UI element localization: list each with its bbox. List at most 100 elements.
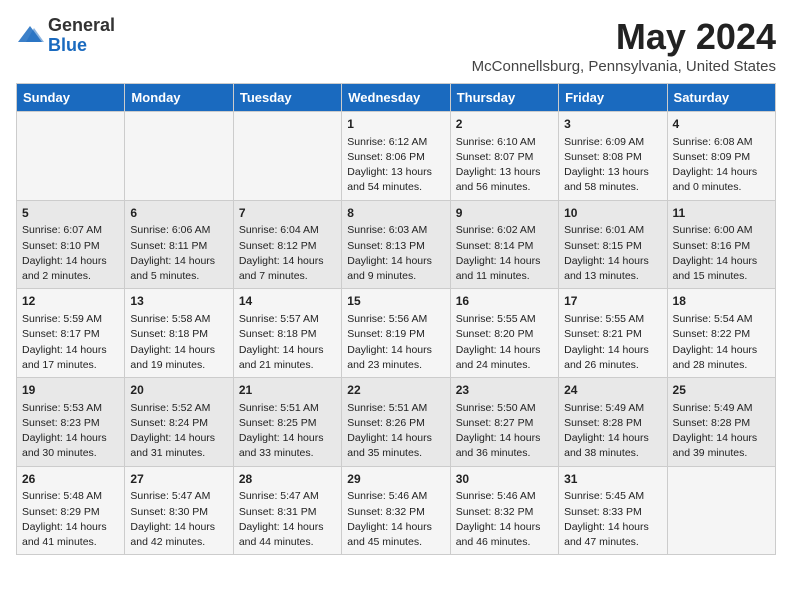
calendar-cell: 22 Sunrise: 5:51 AM Sunset: 8:26 PM Dayli… bbox=[342, 378, 450, 467]
day-info: Sunrise: 6:01 AM Sunset: 8:15 PM Dayligh… bbox=[564, 223, 661, 284]
calendar-row-1: 5Sunrise: 6:07 AM Sunset: 8:10 PM Daylig… bbox=[17, 200, 776, 289]
calendar-cell: 18 Sunrise: 5:54 AM Sunset: 8:22 PM Dayli… bbox=[667, 289, 775, 378]
calendar-cell: 2 Sunrise: 6:10 AM Sunset: 8:07 PM Daylig… bbox=[450, 112, 558, 201]
day-info: Sunrise: 5:46 AM Sunset: 8:32 PM Dayligh… bbox=[456, 489, 553, 550]
day-info: Sunrise: 6:08 AM Sunset: 8:09 PM Dayligh… bbox=[673, 135, 770, 196]
calendar-cell bbox=[17, 112, 125, 201]
day-info: Sunrise: 5:49 AM Sunset: 8:28 PM Dayligh… bbox=[564, 401, 661, 462]
main-title: May 2024 bbox=[472, 16, 776, 58]
day-info: Sunrise: 6:09 AM Sunset: 8:08 PM Dayligh… bbox=[564, 135, 661, 196]
day-number: 23 bbox=[456, 382, 553, 399]
day-info: Sunrise: 5:58 AM Sunset: 8:18 PM Dayligh… bbox=[130, 312, 227, 373]
calendar-cell: 24Sunrise: 5:49 AM Sunset: 8:28 PM Dayli… bbox=[559, 378, 667, 467]
calendar-cell: 5Sunrise: 6:07 AM Sunset: 8:10 PM Daylig… bbox=[17, 200, 125, 289]
calendar-cell: 12Sunrise: 5:59 AM Sunset: 8:17 PM Dayli… bbox=[17, 289, 125, 378]
day-number: 22 bbox=[347, 382, 444, 399]
calendar-cell: 1Sunrise: 6:12 AM Sunset: 8:06 PM Daylig… bbox=[342, 112, 450, 201]
day-info: Sunrise: 5:51 AM Sunset: 8:25 PM Dayligh… bbox=[239, 401, 336, 462]
day-info: Sunrise: 5:55 AM Sunset: 8:20 PM Dayligh… bbox=[456, 312, 553, 373]
header-cell-monday: Monday bbox=[125, 84, 233, 112]
logo-blue: Blue bbox=[48, 35, 87, 55]
calendar-cell: 11Sunrise: 6:00 AM Sunset: 8:16 PM Dayli… bbox=[667, 200, 775, 289]
day-number: 16 bbox=[456, 293, 553, 310]
day-number: 29 bbox=[347, 471, 444, 488]
header-cell-tuesday: Tuesday bbox=[233, 84, 341, 112]
day-info: Sunrise: 5:45 AM Sunset: 8:33 PM Dayligh… bbox=[564, 489, 661, 550]
calendar-cell: 16 Sunrise: 5:55 AM Sunset: 8:20 PM Dayli… bbox=[450, 289, 558, 378]
day-info: Sunrise: 6:00 AM Sunset: 8:16 PM Dayligh… bbox=[673, 223, 770, 284]
day-info: Sunrise: 6:04 AM Sunset: 8:12 PM Dayligh… bbox=[239, 223, 336, 284]
calendar-cell bbox=[125, 112, 233, 201]
calendar-cell bbox=[667, 466, 775, 555]
calendar-cell: 19 Sunrise: 5:53 AM Sunset: 8:23 PM Dayli… bbox=[17, 378, 125, 467]
day-number: 27 bbox=[130, 471, 227, 488]
day-number: 1 bbox=[347, 116, 444, 133]
day-number: 6 bbox=[130, 205, 227, 222]
calendar-cell: 28Sunrise: 5:47 AM Sunset: 8:31 PM Dayli… bbox=[233, 466, 341, 555]
title-area: May 2024 McConnellsburg, Pennsylvania, U… bbox=[472, 16, 776, 75]
day-number: 11 bbox=[673, 205, 770, 222]
day-number: 13 bbox=[130, 293, 227, 310]
calendar-cell: 13 Sunrise: 5:58 AM Sunset: 8:18 PM Dayli… bbox=[125, 289, 233, 378]
day-info: Sunrise: 6:07 AM Sunset: 8:10 PM Dayligh… bbox=[22, 223, 119, 284]
day-info: Sunrise: 6:02 AM Sunset: 8:14 PM Dayligh… bbox=[456, 223, 553, 284]
day-info: Sunrise: 6:06 AM Sunset: 8:11 PM Dayligh… bbox=[130, 223, 227, 284]
calendar-cell: 6Sunrise: 6:06 AM Sunset: 8:11 PM Daylig… bbox=[125, 200, 233, 289]
calendar-cell: 3 Sunrise: 6:09 AM Sunset: 8:08 PM Daylig… bbox=[559, 112, 667, 201]
day-info: Sunrise: 5:56 AM Sunset: 8:19 PM Dayligh… bbox=[347, 312, 444, 373]
logo-icon bbox=[16, 22, 44, 50]
day-number: 3 bbox=[564, 116, 661, 133]
header-cell-saturday: Saturday bbox=[667, 84, 775, 112]
calendar-row-4: 26Sunrise: 5:48 AM Sunset: 8:29 PM Dayli… bbox=[17, 466, 776, 555]
day-info: Sunrise: 5:50 AM Sunset: 8:27 PM Dayligh… bbox=[456, 401, 553, 462]
calendar-cell: 29Sunrise: 5:46 AM Sunset: 8:32 PM Dayli… bbox=[342, 466, 450, 555]
calendar-row-2: 12Sunrise: 5:59 AM Sunset: 8:17 PM Dayli… bbox=[17, 289, 776, 378]
calendar-cell: 14Sunrise: 5:57 AM Sunset: 8:18 PM Dayli… bbox=[233, 289, 341, 378]
subtitle: McConnellsburg, Pennsylvania, United Sta… bbox=[472, 58, 776, 75]
calendar-cell: 10Sunrise: 6:01 AM Sunset: 8:15 PM Dayli… bbox=[559, 200, 667, 289]
header: General Blue May 2024 McConnellsburg, Pe… bbox=[16, 16, 776, 75]
day-number: 21 bbox=[239, 382, 336, 399]
day-number: 10 bbox=[564, 205, 661, 222]
day-info: Sunrise: 5:54 AM Sunset: 8:22 PM Dayligh… bbox=[673, 312, 770, 373]
calendar-cell: 31Sunrise: 5:45 AM Sunset: 8:33 PM Dayli… bbox=[559, 466, 667, 555]
day-info: Sunrise: 5:51 AM Sunset: 8:26 PM Dayligh… bbox=[347, 401, 444, 462]
calendar-cell: 26Sunrise: 5:48 AM Sunset: 8:29 PM Dayli… bbox=[17, 466, 125, 555]
calendar-body: 1Sunrise: 6:12 AM Sunset: 8:06 PM Daylig… bbox=[17, 112, 776, 555]
calendar-cell: 25Sunrise: 5:49 AM Sunset: 8:28 PM Dayli… bbox=[667, 378, 775, 467]
day-number: 31 bbox=[564, 471, 661, 488]
calendar-header: SundayMondayTuesdayWednesdayThursdayFrid… bbox=[17, 84, 776, 112]
day-number: 30 bbox=[456, 471, 553, 488]
day-info: Sunrise: 5:55 AM Sunset: 8:21 PM Dayligh… bbox=[564, 312, 661, 373]
header-cell-friday: Friday bbox=[559, 84, 667, 112]
calendar-cell: 7Sunrise: 6:04 AM Sunset: 8:12 PM Daylig… bbox=[233, 200, 341, 289]
day-number: 7 bbox=[239, 205, 336, 222]
day-number: 17 bbox=[564, 293, 661, 310]
day-number: 25 bbox=[673, 382, 770, 399]
day-number: 18 bbox=[673, 293, 770, 310]
logo: General Blue bbox=[16, 16, 115, 56]
calendar-cell: 27Sunrise: 5:47 AM Sunset: 8:30 PM Dayli… bbox=[125, 466, 233, 555]
day-info: Sunrise: 6:10 AM Sunset: 8:07 PM Dayligh… bbox=[456, 135, 553, 196]
day-number: 19 bbox=[22, 382, 119, 399]
day-info: Sunrise: 5:47 AM Sunset: 8:30 PM Dayligh… bbox=[130, 489, 227, 550]
day-info: Sunrise: 5:46 AM Sunset: 8:32 PM Dayligh… bbox=[347, 489, 444, 550]
day-number: 2 bbox=[456, 116, 553, 133]
day-number: 8 bbox=[347, 205, 444, 222]
calendar-cell: 15 Sunrise: 5:56 AM Sunset: 8:19 PM Dayli… bbox=[342, 289, 450, 378]
day-number: 4 bbox=[673, 116, 770, 133]
calendar-cell: 30Sunrise: 5:46 AM Sunset: 8:32 PM Dayli… bbox=[450, 466, 558, 555]
calendar-row-0: 1Sunrise: 6:12 AM Sunset: 8:06 PM Daylig… bbox=[17, 112, 776, 201]
calendar-cell: 21 Sunrise: 5:51 AM Sunset: 8:25 PM Dayli… bbox=[233, 378, 341, 467]
day-info: Sunrise: 5:53 AM Sunset: 8:23 PM Dayligh… bbox=[22, 401, 119, 462]
day-info: Sunrise: 5:48 AM Sunset: 8:29 PM Dayligh… bbox=[22, 489, 119, 550]
day-number: 20 bbox=[130, 382, 227, 399]
day-info: Sunrise: 5:52 AM Sunset: 8:24 PM Dayligh… bbox=[130, 401, 227, 462]
calendar-cell: 23 Sunrise: 5:50 AM Sunset: 8:27 PM Dayli… bbox=[450, 378, 558, 467]
day-number: 15 bbox=[347, 293, 444, 310]
day-info: Sunrise: 6:03 AM Sunset: 8:13 PM Dayligh… bbox=[347, 223, 444, 284]
logo-text: General Blue bbox=[48, 16, 115, 56]
day-info: Sunrise: 5:59 AM Sunset: 8:17 PM Dayligh… bbox=[22, 312, 119, 373]
day-number: 9 bbox=[456, 205, 553, 222]
header-cell-wednesday: Wednesday bbox=[342, 84, 450, 112]
